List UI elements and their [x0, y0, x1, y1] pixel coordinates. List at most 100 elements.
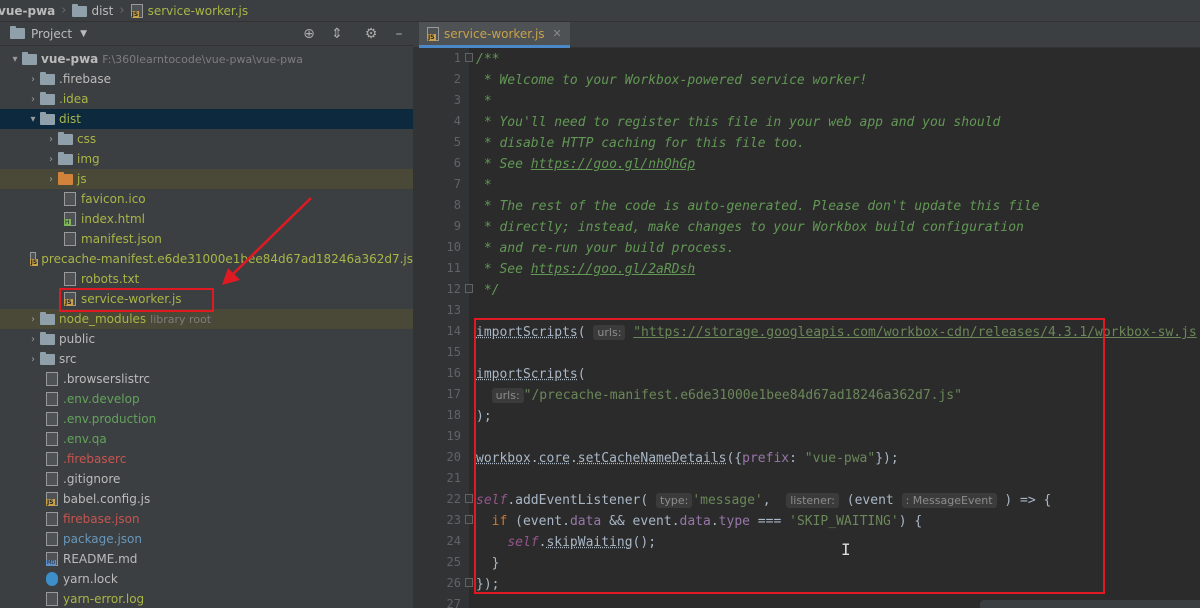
project-panel-title[interactable]: Project [31, 27, 72, 41]
tree-item-service-worker[interactable]: service-worker.js [0, 289, 413, 309]
tree-item-img-folder[interactable]: › img [0, 149, 413, 169]
code-line-17: urls: "/precache-manifest.e6de31000e1bee8… [476, 385, 962, 406]
chevron-right-icon[interactable]: › [44, 134, 58, 145]
tree-item-env-production[interactable]: .env.production [0, 409, 413, 429]
tab-label: service-worker.js [444, 26, 545, 41]
tree-item-gitignore[interactable]: .gitignore [0, 469, 413, 489]
tab-service-worker[interactable]: service-worker.js ✕ [419, 22, 570, 48]
comment-link[interactable]: https://goo.gl/nhQhGp [531, 157, 695, 172]
tree-item-firebaserc[interactable]: .firebaserc [0, 449, 413, 469]
tree-item-yarn-lock[interactable]: yarn.lock [0, 569, 413, 589]
tree-item-firebase-json[interactable]: firebase.json [0, 509, 413, 529]
collapse-icon[interactable]: ⇕ [329, 26, 345, 42]
tree-item-node-modules[interactable]: › node_modules library root [0, 309, 413, 329]
code-line-11: * See https://goo.gl/2aRDsh [476, 259, 695, 280]
code-editor[interactable]: service-worker.js ✕ 12345678910111213141… [413, 22, 1200, 608]
tree-item-label: manifest.json [81, 232, 162, 246]
chevron-right-icon[interactable]: › [26, 354, 40, 365]
folder-icon [58, 151, 73, 165]
code-line-10: * and re-run your build process. [476, 241, 735, 256]
chevron-right-icon[interactable]: › [26, 314, 40, 325]
gear-icon[interactable]: ⚙ [363, 26, 379, 42]
fold-marker-icon[interactable] [465, 515, 473, 524]
tree-item-dist-folder[interactable]: ▾ dist [0, 109, 413, 129]
chevron-down-icon[interactable]: ▼ [80, 29, 87, 39]
code-keyword: self [507, 535, 539, 550]
code-token: ) => { [1004, 493, 1052, 508]
comment-text: * See [476, 262, 531, 277]
tree-item-yarn-error-log[interactable]: yarn-error.log [0, 589, 413, 608]
code-keyword: self [476, 493, 508, 508]
notification-popup-edge [980, 600, 1200, 608]
library-root-hint: library root [150, 312, 212, 326]
tree-item-precache-manifest[interactable]: precache-manifest.e6de31000e1bee84d67ad1… [0, 249, 413, 269]
code-token: skipWaiting [546, 535, 633, 550]
tree-item-babel-config[interactable]: babel.config.js [0, 489, 413, 509]
fold-marker-icon[interactable] [465, 494, 473, 503]
code-token: importScripts [476, 367, 578, 382]
line-number: 6 [453, 156, 461, 170]
chevron-down-icon[interactable]: ▾ [8, 54, 22, 65]
tree-item-idea-folder[interactable]: › .idea [0, 89, 413, 109]
close-icon[interactable]: ✕ [553, 27, 562, 40]
chevron-down-icon[interactable]: ▾ [26, 114, 40, 125]
folder-icon [40, 71, 55, 85]
code-string: 'SKIP_WAITING' [789, 514, 899, 529]
tree-item-env-develop[interactable]: .env.develop [0, 389, 413, 409]
text-file-icon [46, 392, 58, 406]
code-line-4: * You'll need to register this file in y… [476, 115, 1001, 130]
fold-marker-icon[interactable] [465, 53, 473, 62]
code-line-2: * Welcome to your Workbox-powered servic… [476, 73, 868, 88]
chevron-right-icon[interactable]: › [26, 334, 40, 345]
fold-marker-icon[interactable] [465, 284, 473, 293]
tree-item-readme[interactable]: README.md [0, 549, 413, 569]
tree-item-css-folder[interactable]: › css [0, 129, 413, 149]
tree-item-js-folder[interactable]: › js [0, 169, 413, 189]
code-token: . [507, 493, 516, 508]
tree-item-label: robots.txt [81, 272, 140, 286]
tree-item-label: .env.qa [63, 432, 107, 446]
chevron-right-icon: › [61, 3, 67, 18]
breadcrumb-file[interactable]: service-worker.js [127, 0, 253, 22]
chevron-right-icon[interactable]: › [44, 174, 58, 185]
line-number: 10 [446, 240, 461, 254]
tree-item-firebase-folder[interactable]: › .firebase [0, 69, 413, 89]
code-token: : [789, 451, 805, 466]
tree-item-label: vue-pwa [41, 52, 99, 66]
tree-item-public-folder[interactable]: › public [0, 329, 413, 349]
line-number: 1 [453, 51, 461, 65]
line-number: 16 [446, 366, 461, 380]
chevron-right-icon[interactable]: › [26, 74, 40, 85]
code-line-12: */ [476, 283, 500, 298]
tree-item-package-json[interactable]: package.json [0, 529, 413, 549]
tree-item-env-qa[interactable]: .env.qa [0, 429, 413, 449]
tree-item-index-html[interactable]: index.html [0, 209, 413, 229]
tree-item-favicon[interactable]: favicon.ico [0, 189, 413, 209]
js-file-icon [29, 252, 38, 266]
fold-marker-icon[interactable] [465, 578, 473, 587]
code-token: setCacheNameDetails [577, 451, 727, 466]
code-token: } [491, 556, 500, 571]
js-file-icon [427, 26, 439, 41]
chevron-right-icon[interactable]: › [44, 154, 58, 165]
text-file-icon [64, 272, 76, 286]
comment-link[interactable]: https://goo.gl/2aRDsh [531, 262, 695, 277]
breadcrumb-project[interactable]: vue-pwa [0, 0, 59, 22]
minimize-icon[interactable]: – [391, 26, 407, 42]
line-number: 11 [446, 261, 461, 275]
text-file-icon [46, 592, 58, 606]
breadcrumb-dist[interactable]: dist [68, 0, 117, 22]
tree-item-src-folder[interactable]: › src [0, 349, 413, 369]
tree-item-browserslistrc[interactable]: .browserslistrc [0, 369, 413, 389]
code-token: ( [577, 325, 586, 340]
target-icon[interactable]: ⊕ [301, 26, 317, 42]
tree-item-manifest-json[interactable]: manifest.json [0, 229, 413, 249]
editor-tab-bar: service-worker.js ✕ [413, 22, 1200, 48]
code-token: (); [632, 535, 657, 550]
code-token: type [718, 514, 750, 529]
json-file-icon [64, 232, 76, 246]
tree-item-robots-txt[interactable]: robots.txt [0, 269, 413, 289]
tree-root-vue-pwa[interactable]: ▾ vue-pwa F:\360learntocode\vue-pwa\vue-… [0, 49, 413, 69]
markdown-file-icon [46, 552, 58, 566]
chevron-right-icon[interactable]: › [26, 94, 40, 105]
